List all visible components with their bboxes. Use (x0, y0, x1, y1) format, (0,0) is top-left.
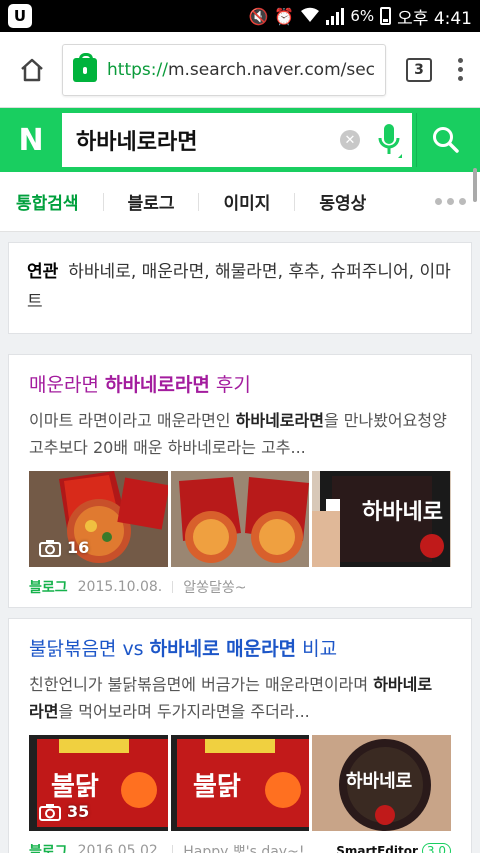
thumbnail-image[interactable]: 하바네로 (312, 471, 452, 567)
meta-divider (172, 581, 174, 593)
photo-count-badge: 16 (39, 538, 89, 557)
clear-icon[interactable]: ✕ (340, 130, 360, 150)
tab-video[interactable]: 동영상 (319, 189, 366, 214)
category-tabs: 통합검색 블로그 이미지 동영상 (0, 172, 480, 232)
mic-icon[interactable] (374, 118, 404, 162)
related-label: 연관 (27, 262, 59, 282)
browser-toolbar: https://m.search.naver.com/sec 3 (0, 32, 480, 108)
svg-text:불닭: 불닭 (193, 772, 241, 802)
result-source[interactable]: 블로그 (29, 841, 68, 853)
search-result: 불닭볶음면 vs 하바네로 매운라면 비교 친한언니가 불닭볶음면에 버금가는 … (8, 618, 472, 853)
search-icon (432, 127, 459, 153)
thumbnail-image[interactable]: 불닭 (170, 735, 310, 831)
smart-editor-badge: SmartEditor 3.0 (336, 843, 451, 853)
tab-image[interactable]: 이미지 (223, 189, 270, 214)
result-title[interactable]: 불닭볶음면 vs 하바네로 매운라면 비교 (29, 635, 451, 663)
lock-icon (73, 52, 97, 82)
result-author[interactable]: 알쏭달쏭~ (183, 577, 246, 597)
overflow-menu-button[interactable] (450, 58, 470, 81)
battery-icon (380, 7, 392, 25)
result-meta: 블로그 2015.10.08. 알쏭달쏭~ (29, 567, 451, 607)
result-date: 2016.05.02. (77, 843, 163, 853)
related-keywords[interactable]: 하바네로, 매운라면, 해물라면, 후추, 슈퍼주니어, 이마트 (27, 262, 451, 312)
tab-switcher-button[interactable]: 3 (406, 57, 432, 82)
tab-blog[interactable]: 블로그 (128, 189, 175, 214)
scrollbar[interactable] (473, 168, 477, 202)
tab-integrated[interactable]: 통합검색 (16, 189, 79, 214)
result-date: 2015.10.08. (77, 579, 163, 595)
clock: 오후 4:41 (397, 8, 472, 29)
thumbnail-image[interactable]: 16 (29, 471, 168, 567)
tab-divider (198, 192, 200, 211)
svg-text:하바네로: 하바네로 (346, 771, 412, 792)
search-query-text[interactable]: 하바네로라면 (76, 124, 340, 156)
alarm-icon: ⏰ (274, 6, 295, 26)
result-source[interactable]: 블로그 (29, 577, 68, 597)
search-button[interactable] (416, 113, 474, 167)
result-description: 이마트 라면이라고 매운라면인 하바네로라면을 만나봤어요청양고추보다 20배 … (29, 411, 447, 457)
meta-divider (172, 845, 174, 853)
thumbnail-image[interactable]: 불닭 35 (29, 735, 168, 831)
thumbnail-image[interactable] (170, 471, 310, 567)
thumbnail-image[interactable]: 하바네로 (312, 735, 452, 831)
search-input[interactable]: 하바네로라면 ✕ (62, 113, 412, 167)
home-icon (21, 58, 43, 81)
app-notification-icon: U (8, 4, 32, 28)
tab-divider (102, 192, 104, 211)
tab-more-button[interactable] (435, 198, 466, 205)
home-button[interactable] (10, 48, 54, 92)
result-thumbnails: 불닭 35 불닭 하바네로 (29, 735, 452, 831)
mute-icon: 🔇 (248, 6, 269, 26)
result-thumbnails: 16 하바네로 (29, 471, 452, 567)
search-header: N 하바네로라면 ✕ (0, 108, 480, 172)
svg-text:하바네로: 하바네로 (362, 500, 443, 525)
status-bar: U 🔇 ⏰ 6% 오후 4:41 (0, 0, 480, 32)
photo-count-badge: 35 (39, 802, 89, 821)
camera-icon (39, 539, 61, 557)
svg-text:불닭: 불닭 (51, 772, 99, 802)
result-title[interactable]: 매운라면 하바네로라면 후기 (29, 371, 451, 399)
url-text: https://m.search.naver.com/sec (107, 59, 376, 80)
signal-icon (326, 7, 345, 25)
search-result: 매운라면 하바네로라면 후기 이마트 라면이라고 매운라면인 하바네로라면을 만… (8, 354, 472, 608)
result-description: 친한언니가 불닭볶음면에 버금가는 매운라면이라며 하바네로 라면을 먹어보라며… (29, 675, 433, 721)
naver-logo[interactable]: N (0, 108, 62, 172)
camera-icon (39, 803, 61, 821)
battery-percent: 6% (350, 7, 375, 25)
wifi-icon (300, 5, 320, 27)
related-searches: 연관 하바네로, 매운라면, 해물라면, 후추, 슈퍼주니어, 이마트 (8, 242, 472, 334)
tab-divider (294, 192, 296, 211)
result-author[interactable]: Happy 뽀's day~! (183, 841, 304, 853)
address-bar[interactable]: https://m.search.naver.com/sec (62, 43, 386, 96)
result-meta: 블로그 2016.05.02. Happy 뽀's day~! SmartEdi… (29, 831, 451, 853)
